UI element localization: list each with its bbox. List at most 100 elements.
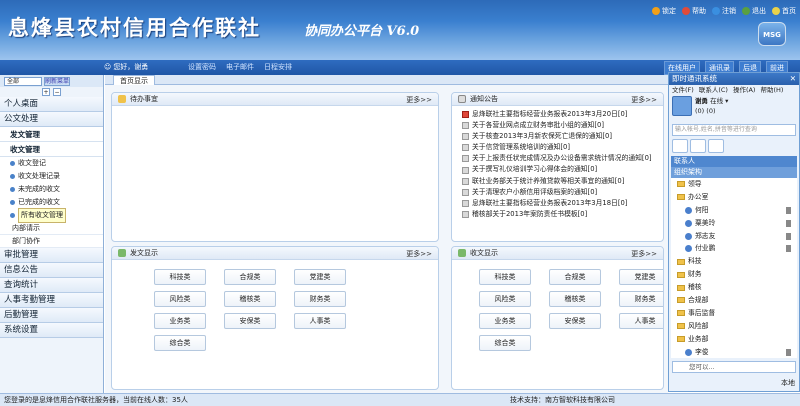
notice-more-link[interactable]: 更多>> <box>631 95 657 105</box>
im-tab-groups-icon[interactable] <box>690 139 706 153</box>
send-category-button[interactable]: 财务类 <box>294 291 346 307</box>
notice-item[interactable]: 息烽联社主要指标经营业务报表2013年3月18日[0] <box>462 198 657 209</box>
org-folder[interactable]: 办公室 <box>671 191 797 204</box>
org-folder[interactable]: 稽核 <box>671 281 797 294</box>
im-tab-contacts-icon[interactable] <box>672 139 688 153</box>
sidebar-internal-request[interactable]: 内部请示 <box>0 222 103 235</box>
message-button[interactable]: MSG <box>758 22 786 46</box>
sidebar-hr-attendance[interactable]: 人事考勤管理 <box>0 293 103 308</box>
org-person[interactable]: 何阳 <box>671 204 797 217</box>
org-person[interactable]: 李俊 <box>671 346 797 358</box>
notice-text[interactable]: 关于上报责任状完成情况及办公设备需求统计情况的通知[0] <box>472 153 652 164</box>
im-message-input[interactable]: 您可以... <box>672 361 796 373</box>
notice-item[interactable]: 息烽联社主要指标经营业务报表2013年3月20日[0] <box>462 109 657 120</box>
notice-item[interactable]: 稽核部关于2013年案防责任书模板[0] <box>462 209 657 220</box>
recv-category-button[interactable]: 稽核类 <box>549 291 601 307</box>
org-folder[interactable]: 领导 <box>671 178 797 191</box>
notice-item[interactable]: 关于信贷管理系统培训的通知[0] <box>462 142 657 153</box>
collapse-icon[interactable]: − <box>53 88 61 96</box>
send-more-link[interactable]: 更多>> <box>406 249 432 259</box>
notice-text[interactable]: 关于清理农户小额信用评级档案的通知[0] <box>472 187 597 198</box>
send-category-button[interactable]: 人事类 <box>294 313 346 329</box>
recv-category-button[interactable]: 财务类 <box>619 291 663 307</box>
send-category-button[interactable]: 科技类 <box>154 269 206 285</box>
im-close-icon[interactable]: ✕ <box>790 73 796 85</box>
sidebar-leaf-selected[interactable]: 所有收文管理 <box>0 208 103 223</box>
im-titlebar[interactable]: 即时通讯系统 ✕ <box>669 73 799 85</box>
send-category-button[interactable]: 业务类 <box>154 313 206 329</box>
phone-icon[interactable] <box>786 206 791 214</box>
org-person[interactable]: 粟美玲 <box>671 217 797 230</box>
org-person[interactable]: 郑志友 <box>671 230 797 243</box>
im-contacts-header[interactable]: 联系人 <box>671 156 797 167</box>
notice-item[interactable]: 关于核查2013年3月新农保死亡退保的通知[0] <box>462 131 657 142</box>
notice-text[interactable]: 联社业务部关于统计养殖贷款等相关事宜的通知[0] <box>472 176 624 187</box>
sidebar-document-processing[interactable]: 公文处理 <box>0 112 103 127</box>
sidebar-leaf[interactable]: 未完成的收文 <box>0 183 103 196</box>
exit-button[interactable]: 退出 <box>742 6 766 16</box>
lock-button[interactable]: 锁定 <box>652 6 676 16</box>
menu-select[interactable]: 全部 <box>4 76 42 86</box>
send-category-button[interactable]: 风险类 <box>154 291 206 307</box>
im-org-header[interactable]: 组织架构 <box>671 167 797 178</box>
receive-more-link[interactable]: 更多>> <box>631 249 657 259</box>
sidebar-announcements[interactable]: 信息公告 <box>0 263 103 278</box>
sidebar-statistics[interactable]: 查询统计 <box>0 278 103 293</box>
phone-icon[interactable] <box>786 245 791 253</box>
avatar[interactable] <box>672 96 692 116</box>
org-folder[interactable]: 合规部 <box>671 294 797 307</box>
set-password-link[interactable]: 设置密码 <box>188 62 216 72</box>
sidebar-dept-collab[interactable]: 部门协作 <box>0 235 103 248</box>
recv-category-button[interactable]: 业务类 <box>479 313 531 329</box>
im-local-label[interactable]: 本地 <box>781 378 795 388</box>
send-category-button[interactable]: 安保类 <box>224 313 276 329</box>
notice-item[interactable]: 关于撰写礼仪培训学习心得体会的通知[0] <box>462 164 657 175</box>
org-folder[interactable]: 风险部 <box>671 320 797 333</box>
recv-category-button[interactable]: 科技类 <box>479 269 531 285</box>
recv-category-button[interactable]: 党建类 <box>619 269 663 285</box>
im-menu-help[interactable]: 帮助(H) <box>760 85 783 95</box>
sidebar-personal-desktop[interactable]: 个人桌面 <box>0 97 103 112</box>
im-menu-action[interactable]: 操作(A) <box>733 85 756 95</box>
notice-item[interactable]: 关于清理农户小额信用评级档案的通知[0] <box>462 187 657 198</box>
expand-icon[interactable]: + <box>42 88 50 96</box>
sidebar-send-management[interactable]: 发文管理 <box>0 127 103 142</box>
email-link[interactable]: 电子邮件 <box>226 62 254 72</box>
notice-text[interactable]: 关于各营业网点成立财务审批小组的通知[0] <box>472 120 604 131</box>
im-menu-contacts[interactable]: 联系人(C) <box>699 85 728 95</box>
notice-text[interactable]: 息烽联社主要指标经营业务报表2013年3月18日[0] <box>472 198 627 209</box>
sidebar-system-settings[interactable]: 系统设置 <box>0 323 103 338</box>
phone-icon[interactable] <box>786 219 791 227</box>
notice-item[interactable]: 关于上报责任状完成情况及办公设备需求统计情况的通知[0] <box>462 153 657 164</box>
org-person[interactable]: 付业鹏 <box>671 242 797 255</box>
recv-category-button[interactable]: 风险类 <box>479 291 531 307</box>
sidebar-leaf[interactable]: 收文处理记录 <box>0 170 103 183</box>
recv-category-button[interactable]: 合规类 <box>549 269 601 285</box>
todo-more-link[interactable]: 更多>> <box>406 95 432 105</box>
im-menu-file[interactable]: 文件(F) <box>672 85 694 95</box>
org-folder[interactable]: 科技 <box>671 255 797 268</box>
sidebar-leaf[interactable]: 收文登记 <box>0 157 103 170</box>
sidebar-receive-management[interactable]: 收文管理 <box>0 142 103 157</box>
org-folder[interactable]: 事后监督 <box>671 307 797 320</box>
send-category-button[interactable]: 综合类 <box>154 335 206 351</box>
im-tab-recent-icon[interactable] <box>708 139 724 153</box>
im-search-input[interactable]: 输入帐号,姓名,拼音等进行查询 <box>672 124 796 136</box>
home-button[interactable]: 首页 <box>772 6 796 16</box>
phone-icon[interactable] <box>786 348 791 356</box>
help-button[interactable]: 帮助 <box>682 6 706 16</box>
schedule-link[interactable]: 日程安排 <box>264 62 292 72</box>
notice-item[interactable]: 关于各营业网点成立财务审批小组的通知[0] <box>462 120 657 131</box>
notice-text[interactable]: 关于信贷管理系统培训的通知[0] <box>472 142 570 153</box>
notice-text[interactable]: 息烽联社主要指标经营业务报表2013年3月20日[0] <box>472 109 627 120</box>
sidebar-approval[interactable]: 审批管理 <box>0 248 103 263</box>
recv-category-button[interactable]: 人事类 <box>619 313 663 329</box>
send-category-button[interactable]: 合规类 <box>224 269 276 285</box>
tab-home[interactable]: 首页显示 <box>113 75 155 85</box>
send-category-button[interactable]: 稽核类 <box>224 291 276 307</box>
notice-text[interactable]: 关于撰写礼仪培训学习心得体会的通知[0] <box>472 164 597 175</box>
sidebar-logistics[interactable]: 后勤管理 <box>0 308 103 323</box>
org-folder[interactable]: 业务部 <box>671 333 797 346</box>
org-folder[interactable]: 财务 <box>671 268 797 281</box>
recv-category-button[interactable]: 综合类 <box>479 335 531 351</box>
